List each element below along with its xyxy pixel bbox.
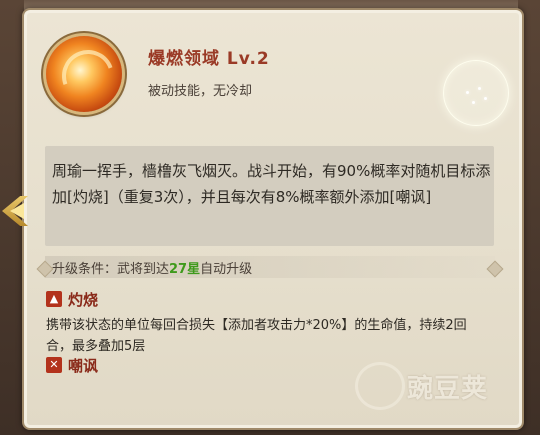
upgrade-condition: 升级条件：武将到达27星自动升级: [52, 262, 253, 277]
status-description-burn: 携带该状态的单位每回合损失【添加者攻击力*20%】的生命值，持续2回合，最多叠加…: [46, 318, 467, 354]
fire-swirl-icon: [46, 36, 123, 112]
watermark: 豌豆荚: [355, 360, 525, 416]
status-name-taunt: 嘲讽: [68, 357, 99, 375]
star-requirement: 27星: [169, 262, 201, 277]
taunt-icon: ✕: [46, 357, 62, 373]
status-name-burn: 灼烧: [68, 291, 99, 309]
skill-type: 被动技能，无冷却: [148, 84, 253, 99]
flame-icon: ▲: [46, 291, 62, 307]
skill-description: 周瑜一挥手，樯橹灰飞烟灭。战斗开始，有90%概率对随机目标添加[灼烧]（重复3次…: [52, 162, 491, 206]
skill-title: 爆燃领域 Lv.2: [148, 49, 270, 69]
watermark-text: 豌豆荚: [407, 374, 489, 404]
watermark-logo-icon: [355, 362, 405, 410]
sparkle-icon: [443, 60, 509, 126]
